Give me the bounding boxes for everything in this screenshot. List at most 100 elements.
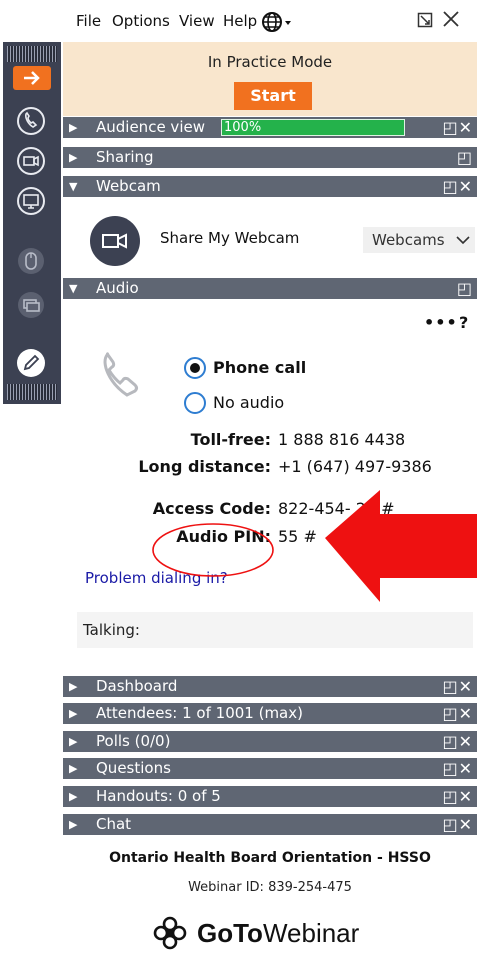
screen-toolbar-button[interactable] — [12, 182, 50, 220]
popout-close-icon[interactable]: ◰✕ — [442, 676, 473, 697]
expand-arrow-icon: ▶ — [69, 818, 78, 831]
expand-arrow-icon: ▶ — [69, 762, 78, 775]
chat-icon — [18, 292, 44, 318]
popout-close-icon[interactable]: ◰✕ — [442, 731, 473, 752]
audio-pin-value: 55 # — [278, 527, 317, 546]
screen-icon — [17, 187, 45, 215]
popout-close-icon[interactable]: ◰✕ — [442, 117, 473, 138]
bar-questions[interactable]: ▶ Questions ◰✕ — [63, 758, 477, 779]
webcams-dropdown[interactable]: Webcams — [363, 227, 475, 253]
left-toolbar — [3, 42, 61, 404]
bar-attendees[interactable]: ▶ Attendees: 1 of 1001 (max) ◰✕ — [63, 703, 477, 724]
toll-free-label: Toll-free: — [190, 430, 271, 449]
menu-options[interactable]: Options — [112, 12, 170, 30]
webinar-title: Ontario Health Board Orientation - HSSO — [109, 850, 431, 866]
popout-window-button[interactable] — [417, 12, 433, 33]
phone-toolbar-button[interactable] — [12, 102, 50, 140]
practice-mode-text: In Practice Mode — [207, 53, 333, 71]
webinar-id: Webinar ID: 839-254-475 — [188, 880, 352, 895]
bar-polls[interactable]: ▶ Polls (0/0) ◰✕ — [63, 731, 477, 752]
bar-chat[interactable]: ▶ Chat ◰✕ — [63, 814, 477, 835]
pencil-toolbar-button[interactable] — [12, 344, 50, 382]
bar-label: Polls (0/0) — [96, 732, 171, 750]
popout-close-icon[interactable]: ◰✕ — [442, 814, 473, 835]
webcams-dropdown-label: Webcams — [372, 231, 445, 249]
bar-sharing[interactable]: ▶ Sharing ◰ — [63, 147, 477, 168]
audio-pin-label: Audio PIN: — [176, 527, 271, 546]
share-webcam-button[interactable] — [90, 216, 140, 266]
long-distance-value: +1 (647) 497-9386 — [278, 457, 432, 476]
start-button[interactable]: Start — [234, 82, 312, 110]
long-distance-label: Long distance: — [138, 457, 271, 476]
camera-toolbar-button[interactable] — [12, 142, 50, 180]
help-button[interactable]: ? — [459, 313, 468, 332]
popout-close-icon[interactable]: ◰✕ — [442, 176, 473, 197]
toll-free-value: 1 888 816 4438 — [278, 430, 406, 449]
problem-dialing-link[interactable]: Problem dialing in? — [85, 569, 228, 587]
popout-close-icon[interactable]: ◰✕ — [442, 758, 473, 779]
toolbar-grip-top[interactable] — [7, 46, 57, 62]
menu-bar: File Options View Help — [63, 0, 477, 42]
logo-flower-icon — [153, 916, 187, 950]
bar-label: Audio — [96, 279, 139, 297]
popout-close-icon[interactable]: ◰✕ — [442, 703, 473, 724]
phone-icon — [103, 352, 138, 397]
bar-label: Attendees: 1 of 1001 (max) — [96, 704, 303, 722]
pencil-icon — [17, 349, 45, 377]
webcam-section: Share My Webcam Webcams — [63, 204, 477, 278]
camera-icon — [17, 147, 45, 175]
bar-dashboard[interactable]: ▶ Dashboard ◰✕ — [63, 676, 477, 697]
toolbar-grip-bottom[interactable] — [7, 384, 57, 400]
close-window-button[interactable] — [442, 10, 460, 33]
mouse-toolbar-button[interactable] — [12, 242, 50, 280]
bar-label: Dashboard — [96, 677, 178, 695]
control-panel: File Options View Help In Practice Mode — [63, 0, 477, 966]
no-audio-label[interactable]: No audio — [213, 393, 284, 412]
popout-icon[interactable]: ◰ — [457, 278, 473, 299]
language-button[interactable] — [261, 11, 295, 37]
expand-arrow-icon: ▶ — [69, 735, 78, 748]
menu-view[interactable]: View — [179, 12, 215, 30]
gotowebinar-logo: GoTo Webinar — [151, 913, 359, 953]
bar-handouts[interactable]: ▶ Handouts: 0 of 5 ◰✕ — [63, 786, 477, 807]
phone-call-label[interactable]: Phone call — [213, 358, 306, 377]
bar-audience-view[interactable]: ▶ Audience view 100% ◰✕ — [63, 117, 477, 138]
mouse-icon — [18, 248, 44, 274]
footer: Ontario Health Board Orientation - HSSO … — [63, 838, 477, 966]
bar-label: Audience view — [96, 118, 205, 136]
popout-close-icon[interactable]: ◰✕ — [442, 786, 473, 807]
logo-webinar-text: Webinar — [262, 917, 360, 948]
menu-file[interactable]: File — [76, 12, 101, 30]
bar-webcam[interactable]: ▼ Webcam ◰✕ — [63, 176, 477, 197]
expand-arrow-icon: ▶ — [69, 707, 78, 720]
collapse-arrow-icon: ▼ — [69, 282, 78, 295]
camera-icon — [102, 233, 127, 249]
collapse-arrow-button[interactable] — [13, 66, 51, 90]
chat-toolbar-button[interactable] — [12, 286, 50, 324]
bar-label: Sharing — [96, 148, 154, 166]
globe-icon — [262, 12, 291, 32]
access-code-value: 822-454- 26 # — [278, 499, 395, 518]
audience-progress: 100% — [221, 119, 405, 136]
bar-label: Chat — [96, 815, 132, 833]
radio-phone-call[interactable] — [184, 357, 206, 379]
bar-audio[interactable]: ▼ Audio ◰ — [63, 278, 477, 299]
radio-no-audio[interactable] — [184, 392, 206, 414]
more-options-button[interactable]: ••• — [424, 313, 458, 332]
chevron-down-icon — [456, 236, 470, 245]
expand-arrow-icon: ▶ — [69, 151, 78, 164]
share-webcam-label: Share My Webcam — [160, 229, 300, 247]
bar-label: Questions — [96, 759, 171, 777]
bar-label: Handouts: 0 of 5 — [96, 787, 221, 805]
popout-icon — [417, 12, 433, 28]
bar-label: Webcam — [96, 177, 161, 195]
arrow-right-icon — [24, 71, 40, 85]
expand-arrow-icon: ▶ — [69, 790, 78, 803]
popout-icon[interactable]: ◰ — [457, 147, 473, 168]
menu-help[interactable]: Help — [223, 12, 257, 30]
access-code-label: Access Code: — [152, 499, 271, 518]
phone-icon — [17, 107, 45, 135]
logo-goto-text: GoTo — [197, 917, 263, 948]
talking-label: Talking: — [83, 621, 140, 639]
expand-arrow-icon: ▶ — [69, 680, 78, 693]
